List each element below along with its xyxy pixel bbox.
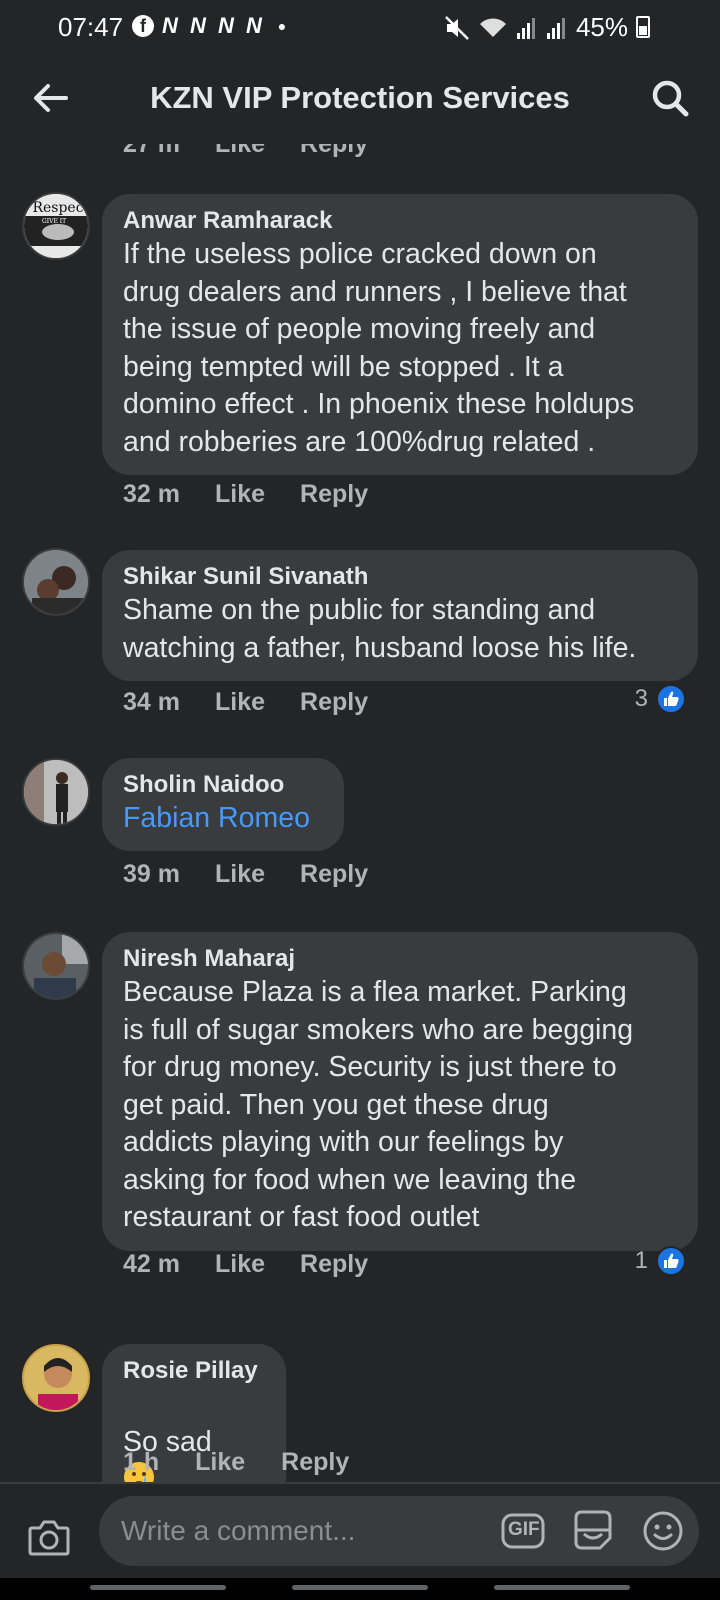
comment-text: Shame on the public for standing and wat…	[123, 594, 637, 664]
reaction-number: 1	[634, 1247, 648, 1274]
comment-author[interactable]: Shikar Sunil Sivanath	[123, 562, 676, 592]
system-status: 45%	[444, 12, 628, 43]
comment-text: If the useless police cracked down on dr…	[123, 238, 635, 458]
avatar[interactable]	[22, 1344, 90, 1412]
reply-button[interactable]: Reply	[300, 860, 368, 889]
reply-button[interactable]: Reply	[300, 144, 368, 159]
battery-icon	[636, 16, 650, 38]
gif-label: GIF	[508, 1519, 540, 1540]
wifi-icon	[479, 17, 506, 37]
comments-list: 27 m Like Reply Respec GIVE IT Anwar Ram…	[0, 144, 720, 1482]
thumbs-up-icon	[656, 684, 686, 714]
reply-button[interactable]: Reply	[300, 480, 368, 509]
comment-time: 39 m	[123, 860, 180, 888]
comment-time: 42 m	[123, 1250, 180, 1278]
avatar[interactable]	[22, 758, 90, 826]
notification-icons: f N N N N ●	[132, 13, 294, 38]
reaction-count[interactable]: 3	[635, 684, 686, 714]
nav-home-indicator[interactable]	[292, 1585, 428, 1590]
comment-actions: 32 m Like Reply	[123, 480, 368, 509]
avatar-subtext: GIVE IT	[42, 218, 66, 225]
reaction-number: 3	[634, 685, 648, 712]
comment-time: 32 m	[123, 480, 180, 508]
search-icon	[652, 80, 689, 117]
news-notification-icon: N	[218, 13, 234, 38]
avatar[interactable]: Respec GIVE IT	[22, 192, 90, 260]
reply-button[interactable]: Reply	[300, 1250, 368, 1279]
comment-author[interactable]: Rosie Pillay	[123, 1356, 264, 1386]
thumbs-up-icon	[656, 1246, 686, 1276]
camera-icon	[28, 1520, 70, 1556]
like-button[interactable]: Like	[215, 1250, 265, 1279]
comment-time: 27 m	[123, 144, 180, 158]
comment-actions-partial: 27 m Like Reply	[123, 144, 368, 159]
sticker-icon	[574, 1510, 612, 1550]
news-notification-icon: N	[162, 13, 178, 38]
like-button[interactable]: Like	[215, 480, 265, 509]
search-button[interactable]	[644, 72, 696, 124]
comment-actions: 34 m Like Reply	[123, 688, 368, 717]
back-arrow-icon	[34, 84, 68, 112]
respect-handshake-image-icon: Respec GIVE IT	[24, 194, 88, 258]
comment-bubble[interactable]: Shikar Sunil Sivanath Shame on the publi…	[102, 550, 698, 681]
avatar[interactable]	[22, 932, 90, 1000]
mute-icon	[445, 15, 469, 40]
camera-button[interactable]	[26, 1514, 74, 1562]
smiley-icon	[643, 1511, 683, 1551]
like-button[interactable]: Like	[215, 860, 265, 889]
mentioned-user-link[interactable]: Fabian Romeo	[123, 800, 322, 837]
sticker-button[interactable]	[570, 1508, 616, 1554]
signal-icon	[546, 17, 565, 39]
person-photo-icon	[24, 550, 88, 614]
comment-author[interactable]: Sholin Naidoo	[123, 770, 322, 800]
system-nav-bar	[0, 1578, 720, 1600]
person-photo-icon	[24, 934, 88, 998]
reply-button[interactable]: Reply	[300, 688, 368, 717]
emoji-button[interactable]	[640, 1508, 686, 1554]
comment-actions: 42 m Like Reply	[123, 1250, 368, 1279]
comment-author[interactable]: Niresh Maharaj	[123, 944, 676, 974]
person-photo-icon	[24, 1346, 88, 1410]
comment-bubble[interactable]: Niresh Maharaj Because Plaza is a flea m…	[102, 932, 698, 1251]
nav-recent-indicator[interactable]	[90, 1585, 226, 1590]
reaction-count[interactable]: 1	[635, 1246, 686, 1276]
comment-actions: 39 m Like Reply	[123, 860, 368, 889]
comment-time: 34 m	[123, 688, 180, 716]
news-notification-icon: N	[190, 13, 206, 38]
app-header: KZN VIP Protection Services	[0, 52, 720, 144]
comment-bubble[interactable]: Sholin Naidoo Fabian Romeo	[102, 758, 344, 851]
comment-bubble[interactable]: Anwar Ramharack If the useless police cr…	[102, 194, 698, 475]
news-notification-icon: N	[246, 13, 262, 38]
comment-time: 1 h	[123, 1448, 160, 1476]
avatar-text: Respec	[32, 200, 83, 216]
like-button[interactable]: Like	[215, 688, 265, 717]
back-button[interactable]	[24, 72, 76, 124]
comment-text: Because Plaza is a flea market. Parking …	[123, 976, 634, 1233]
nav-back-indicator[interactable]	[494, 1585, 630, 1590]
like-button[interactable]: Like	[215, 144, 265, 159]
status-bar: 07:47 f N N N N ● 45%	[0, 0, 720, 52]
signal-icon	[516, 17, 535, 39]
facebook-notification-icon: f	[132, 15, 154, 37]
like-button[interactable]: Like	[195, 1448, 245, 1477]
comment-author[interactable]: Anwar Ramharack	[123, 206, 676, 236]
page-title: KZN VIP Protection Services	[150, 80, 570, 115]
avatar[interactable]	[22, 548, 90, 616]
more-notifications-dot-icon: ●	[277, 18, 287, 34]
reply-button[interactable]: Reply	[281, 1448, 349, 1477]
comment-actions: 1 h Like Reply	[123, 1448, 349, 1477]
status-time: 07:47	[58, 12, 124, 42]
battery-percent: 45%	[575, 12, 628, 42]
gif-button[interactable]: GIF	[500, 1508, 546, 1554]
person-photo-icon	[24, 760, 88, 824]
